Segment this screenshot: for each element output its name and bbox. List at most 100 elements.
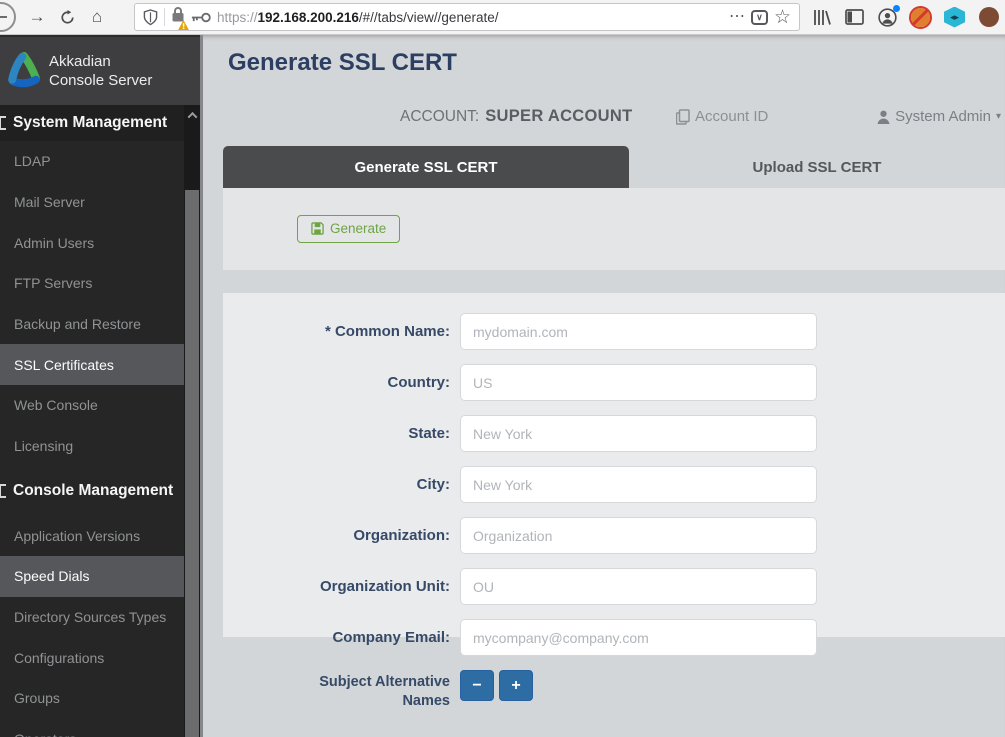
san-remove-button[interactable]: − bbox=[460, 670, 494, 701]
form-row-state: State: bbox=[223, 415, 1005, 452]
form-row-organization: Organization: bbox=[223, 517, 1005, 554]
field-input-organization-unit[interactable] bbox=[460, 568, 817, 605]
pocket-icon[interactable]: ∨ bbox=[751, 10, 768, 25]
form-row-country: Country: bbox=[223, 364, 1005, 401]
account-bar: ACCOUNT: SUPER ACCOUNT Account ID System … bbox=[203, 103, 1005, 133]
warning-triangle-icon bbox=[178, 20, 189, 30]
sidebar-item-ssl-certificates[interactable]: SSL Certificates bbox=[0, 344, 184, 385]
url-text[interactable]: https://192.168.200.216/#//tabs/view//ge… bbox=[217, 10, 723, 25]
account-name: SUPER ACCOUNT bbox=[485, 107, 632, 125]
hexagon-extension-icon[interactable]: ◂▸ bbox=[944, 7, 965, 28]
tab-upload-ssl-cert[interactable]: Upload SSL CERT bbox=[629, 146, 1005, 188]
form-row-city: City: bbox=[223, 466, 1005, 503]
form-row-organization-unit: Organization Unit: bbox=[223, 568, 1005, 605]
sidebar-item-admin-users[interactable]: Admin Users bbox=[0, 222, 184, 263]
console-window-icon bbox=[0, 116, 6, 130]
field-input-country[interactable] bbox=[460, 364, 817, 401]
refresh-button[interactable] bbox=[52, 2, 82, 32]
field-label-company-email: Company Email: bbox=[223, 629, 450, 646]
field-label-state: State: bbox=[223, 425, 450, 442]
url-scheme: https:// bbox=[217, 10, 258, 25]
account-info: ACCOUNT: SUPER ACCOUNT bbox=[400, 107, 632, 126]
scroll-up-button[interactable] bbox=[184, 105, 200, 125]
browser-toolbar: → ⌂ https://192.168.200.216/#//tabs/view… bbox=[0, 0, 1005, 35]
sidebar-section-system-management[interactable]: System Management bbox=[0, 105, 184, 141]
back-button[interactable] bbox=[0, 2, 16, 32]
main-content: Generate SSL CERT ACCOUNT: SUPER ACCOUNT … bbox=[203, 35, 1005, 737]
section-label: System Management bbox=[13, 114, 167, 132]
san-label: Subject Alternative Names bbox=[223, 670, 450, 711]
library-icon[interactable] bbox=[813, 9, 831, 26]
field-label-country: Country: bbox=[223, 374, 450, 391]
form-rows: * Common Name: Country: State: City: Organiz… bbox=[223, 313, 1005, 656]
field-input-common-name[interactable] bbox=[460, 313, 817, 350]
form-row-common-name: * Common Name: bbox=[223, 313, 1005, 350]
sidebar-item-operators[interactable]: Operators bbox=[0, 719, 184, 737]
scroll-up-icon bbox=[187, 111, 197, 121]
blocker-extension-icon[interactable] bbox=[911, 8, 930, 27]
section-label: Console Management bbox=[13, 482, 173, 500]
app-logo-row[interactable]: Akkadian Console Server bbox=[0, 35, 200, 105]
field-input-state[interactable] bbox=[460, 415, 817, 452]
field-input-city[interactable] bbox=[460, 466, 817, 503]
sidebar-item-directory-sources-types[interactable]: Directory Sources Types bbox=[0, 597, 184, 638]
sidebar-item-configurations[interactable]: Configurations bbox=[0, 637, 184, 678]
account-id-label: Account ID bbox=[695, 108, 768, 125]
key-icon[interactable] bbox=[191, 12, 211, 23]
console-window-icon bbox=[0, 484, 6, 498]
copy-pages-icon bbox=[676, 109, 690, 125]
page-actions-button[interactable]: ⋯ bbox=[729, 9, 745, 25]
sidebar-scrollbar[interactable] bbox=[184, 105, 200, 737]
user-icon bbox=[877, 110, 890, 124]
sidebar-item-mail-server[interactable]: Mail Server bbox=[0, 182, 184, 223]
certificate-form: * Common Name: Country: State: City: Organiz… bbox=[223, 293, 1005, 637]
sidebar: Akkadian Console Server System Managemen… bbox=[0, 35, 203, 737]
sidebar-item-groups[interactable]: Groups bbox=[0, 678, 184, 719]
notification-dot bbox=[893, 5, 900, 12]
firefox-account-icon[interactable] bbox=[878, 8, 897, 27]
sidebar-item-web-console[interactable]: Web Console bbox=[0, 385, 184, 426]
account-id-button[interactable]: Account ID bbox=[676, 108, 768, 125]
sidebar-section-console-management[interactable]: Console Management bbox=[0, 466, 184, 515]
field-input-company-email[interactable] bbox=[460, 619, 817, 656]
sidebar-item-backup-and-restore[interactable]: Backup and Restore bbox=[0, 304, 184, 345]
page-title: Generate SSL CERT bbox=[228, 49, 1005, 77]
chevron-down-icon: ▾ bbox=[996, 111, 1001, 122]
overflow-extension-icon[interactable] bbox=[979, 7, 999, 27]
user-menu[interactable]: System Admin ▾ bbox=[877, 108, 1001, 125]
user-label: System Admin bbox=[895, 108, 991, 125]
back-arrow-icon bbox=[0, 12, 8, 22]
generate-button[interactable]: Generate bbox=[297, 215, 400, 243]
san-add-button[interactable]: + bbox=[499, 670, 533, 701]
refresh-icon bbox=[60, 10, 75, 25]
form-row-company-email: Company Email: bbox=[223, 619, 1005, 656]
tab-generate-ssl-cert[interactable]: Generate SSL CERT bbox=[223, 146, 629, 188]
field-input-organization[interactable] bbox=[460, 517, 817, 554]
url-path: /#//tabs/view//generate/ bbox=[359, 10, 499, 25]
field-label-common-name: * Common Name: bbox=[223, 323, 450, 340]
insecure-lock-icon[interactable] bbox=[171, 6, 185, 28]
akkadian-logo-icon bbox=[5, 51, 43, 91]
browser-nav-buttons: → ⌂ bbox=[0, 0, 112, 34]
field-label-organization: Organization: bbox=[223, 527, 450, 544]
sidebar-item-licensing[interactable]: Licensing bbox=[0, 426, 184, 467]
home-button[interactable]: ⌂ bbox=[82, 2, 112, 32]
home-icon: ⌂ bbox=[92, 7, 102, 27]
forward-button[interactable]: → bbox=[22, 2, 52, 32]
toolbar-extensions: ◂▸ bbox=[813, 7, 989, 28]
tracking-shield-icon bbox=[143, 9, 158, 26]
sidebar-item-ldap[interactable]: LDAP bbox=[0, 141, 184, 182]
account-label: ACCOUNT: bbox=[400, 108, 479, 125]
scrollbar-thumb[interactable] bbox=[185, 190, 199, 737]
sidebars-icon[interactable] bbox=[845, 9, 864, 25]
save-floppy-icon bbox=[311, 222, 324, 235]
urlbar-separator bbox=[164, 8, 165, 26]
sidebar-item-application-versions[interactable]: Application Versions bbox=[0, 515, 184, 556]
url-bar[interactable]: https://192.168.200.216/#//tabs/view//ge… bbox=[134, 3, 800, 31]
tab-bar: Generate SSL CERT Upload SSL CERT bbox=[203, 146, 1005, 188]
forward-arrow-icon: → bbox=[29, 7, 46, 27]
sidebar-item-ftp-servers[interactable]: FTP Servers bbox=[0, 263, 184, 304]
sidebar-item-speed-dials[interactable]: Speed Dials bbox=[0, 556, 184, 597]
generate-label: Generate bbox=[330, 221, 386, 236]
bookmark-star-icon[interactable]: ☆ bbox=[774, 8, 791, 27]
